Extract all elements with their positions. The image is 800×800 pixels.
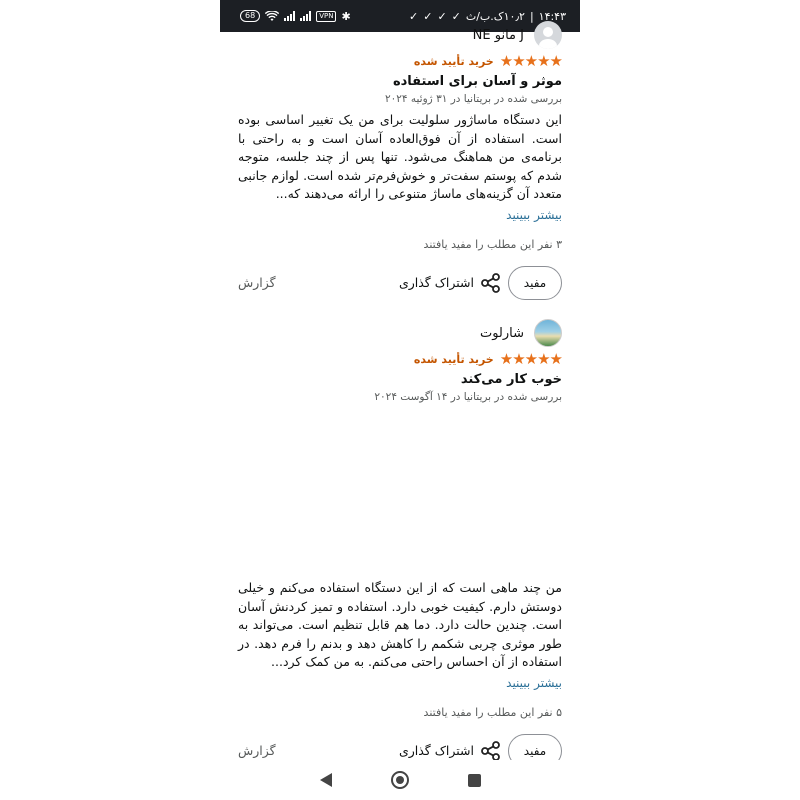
see-more-link[interactable]: بیشتر ببینید <box>238 208 562 222</box>
review-title[interactable]: موثر و آسان برای استفاده <box>238 74 562 89</box>
share-label: اشتراک گذاری <box>398 275 474 290</box>
reviewer-row: J مانو NE <box>238 20 562 50</box>
avatar <box>534 319 562 347</box>
review-card: شارلوت ★★★★★ خرید تأیید شده خوب کار می‌ک… <box>238 318 563 769</box>
rating-row: ★★★★★ خرید تأیید شده <box>238 350 563 368</box>
review-meta: بررسی شده در بریتانیا در ۱۴ آگوست ۲۰۲۴ <box>374 391 562 403</box>
star-rating: ★★★★★ <box>499 52 563 70</box>
review-title[interactable]: خوب کار می‌کند <box>238 372 562 387</box>
share-label: اشتراک گذاری <box>398 743 474 758</box>
reviewer-name: J مانو NE <box>472 27 524 43</box>
star-rating: ★★★★★ <box>499 350 563 368</box>
share-button[interactable]: اشتراک گذاری <box>399 740 502 762</box>
report-link[interactable]: گزارش <box>238 275 276 290</box>
reviewer-row: شارلوت <box>238 318 562 348</box>
share-icon <box>481 272 500 293</box>
recent-apps-icon[interactable] <box>467 773 481 787</box>
rating-row: ★★★★★ خرید تأیید شده <box>238 52 563 70</box>
see-more-link[interactable]: بیشتر ببینید <box>238 676 562 690</box>
review-body: من چند ماهی است که از این دستگاه استفاده… <box>238 580 562 669</box>
review-body: این دستگاه ماساژور سلولیت برای من یک تغی… <box>238 112 562 201</box>
share-button[interactable]: اشتراک گذاری <box>399 272 502 294</box>
review-media-area <box>238 403 562 573</box>
reviews-list[interactable]: J مانو NE ★★★★★ خرید تأیید شده موثر و آس… <box>220 21 580 768</box>
navigation-bar <box>220 760 580 800</box>
helpful-count: ۵ نفر این مطلب را مفید یافتند <box>423 705 562 719</box>
reviewer-name: شارلوت <box>479 325 524 341</box>
report-link[interactable]: گزارش <box>238 743 276 758</box>
verified-badge: خرید تأیید شده <box>413 352 494 366</box>
back-icon[interactable] <box>319 773 332 787</box>
review-meta: بررسی شده در بریتانیا در ۳۱ ژوئیه ۲۰۲۴ <box>384 93 562 105</box>
verified-badge: خرید تأیید شده <box>413 54 494 68</box>
helpful-button[interactable]: مفید <box>508 265 562 300</box>
page-margin-right <box>580 0 800 800</box>
avatar <box>534 21 562 49</box>
share-icon <box>481 740 500 761</box>
phone-screen: 68 VPN ✱ ✓ ✓ ✓ ✓ ۱۰٫۲ک.ب/ث | ۱۴:۴۳ J مان… <box>220 0 580 800</box>
helpful-count: ۳ نفر این مطلب را مفید یافتند <box>423 237 562 251</box>
review-card: J مانو NE ★★★★★ خرید تأیید شده موثر و آس… <box>238 20 563 301</box>
page-margin-left <box>0 0 220 800</box>
review-actions: مفید اشتراک گذاری گزارش <box>238 265 562 301</box>
home-icon[interactable] <box>390 771 409 789</box>
